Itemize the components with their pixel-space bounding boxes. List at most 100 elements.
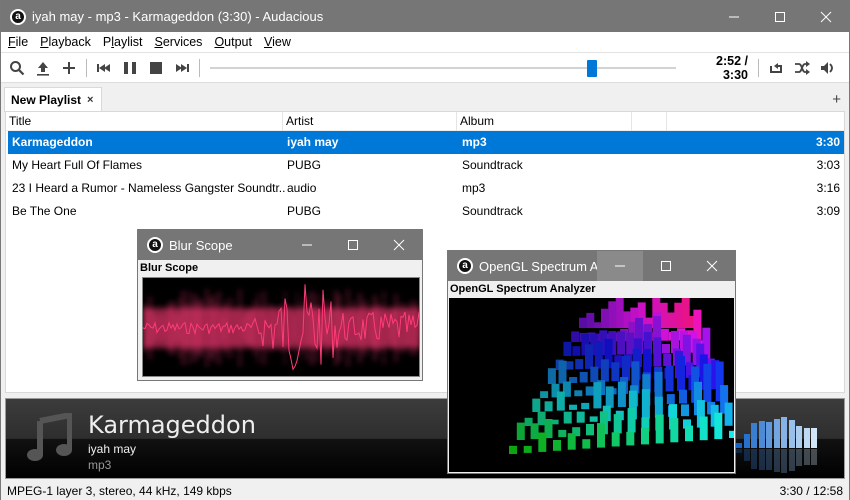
maximize-button[interactable] (643, 251, 689, 281)
spectrum-bar (547, 368, 556, 384)
waveform-glow-stroke (377, 304, 379, 352)
playlist-tab-bar: New Playlist × + (1, 83, 849, 112)
cell-artist: iyah may (287, 135, 339, 149)
spectrum-bar (581, 402, 590, 410)
now-playing-artist: iyah may (88, 442, 137, 456)
open-files-icon (37, 61, 49, 76)
spectrum-bar (611, 362, 620, 382)
menu-output[interactable]: Output (210, 35, 257, 49)
seek-slider[interactable] (210, 58, 676, 78)
close-button[interactable] (376, 230, 422, 260)
next-button[interactable] (169, 55, 195, 81)
previous-button[interactable] (91, 55, 117, 81)
open-files-button[interactable] (30, 55, 56, 81)
spectrum-bar (590, 366, 599, 383)
column-header-artist[interactable]: Artist (283, 112, 457, 131)
add-files-button[interactable] (56, 55, 82, 81)
search-icon (10, 60, 25, 75)
spectrum-bar (613, 414, 622, 434)
cell-length: 3:30 (815, 135, 840, 149)
spectrum-bar (574, 390, 583, 397)
minimize-button[interactable] (711, 1, 757, 32)
menu-file[interactable]: File (4, 35, 33, 49)
waveform-glow-stroke (212, 295, 214, 361)
tab-new-playlist[interactable]: New Playlist × (4, 87, 102, 112)
menu-view[interactable]: View (260, 35, 296, 49)
toolbar-separator (86, 58, 87, 77)
cell-length: 3:03 (816, 158, 840, 172)
playlist-row[interactable]: Be The One PUBG Soundtrack 3:09 (8, 200, 844, 223)
spectrum-bar (653, 337, 662, 367)
next-icon (176, 63, 189, 72)
spectrum-bar (553, 440, 561, 451)
waveform-glow-stroke (254, 300, 256, 356)
seek-handle[interactable] (586, 59, 597, 77)
playlist-row[interactable]: Karmageddon iyah may mp3 3:30 (8, 131, 844, 154)
waveform-glow-stroke (383, 291, 385, 365)
blur-scope-title-bar[interactable]: a Blur Scope (138, 230, 422, 260)
menu-playlist[interactable]: Playlist (99, 35, 148, 49)
shuffle-button[interactable] (789, 55, 815, 81)
spectrum-bar (544, 401, 553, 412)
close-icon (820, 11, 832, 22)
repeat-icon (770, 62, 782, 73)
spectrum-bar (576, 411, 585, 423)
visualizer-bar-reflection (773, 449, 780, 473)
playlist-row[interactable]: 23 I Heard a Rumor - Nameless Gangster S… (8, 177, 844, 200)
spectrum-bar (563, 411, 572, 424)
waveform-glow-stroke (392, 307, 394, 349)
waveform-glow-stroke (146, 307, 148, 349)
stop-button[interactable] (143, 55, 169, 81)
column-header-blank[interactable] (632, 112, 667, 131)
playlist-row[interactable]: My Heart Full Of Flames PUBG Soundtrack … (8, 154, 844, 177)
spectrum-bar (558, 429, 567, 438)
spectrum-bar (667, 312, 675, 328)
close-button[interactable] (803, 1, 849, 32)
spectrum-bar (665, 365, 674, 392)
spectrum-title-bar[interactable]: a OpenGL Spectrum A... (448, 251, 735, 281)
menu-playback[interactable]: Playback (36, 35, 96, 49)
add-files-icon (63, 61, 75, 74)
minimize-button[interactable] (284, 230, 330, 260)
spectrum-bar (600, 359, 609, 382)
menu-bar: File Playback Playlist Services Output V… (1, 32, 849, 53)
menu-services[interactable]: Services (151, 35, 208, 49)
visualizer-bar (743, 433, 750, 448)
search-button[interactable] (4, 55, 30, 81)
column-header-title[interactable]: Title (6, 112, 283, 131)
music-note-icon (27, 413, 72, 461)
spectrum-bar (509, 445, 517, 454)
pause-button[interactable] (117, 55, 143, 81)
minimize-button[interactable] (597, 251, 643, 281)
spectrum-bar (585, 344, 593, 369)
spectrum-bar (663, 353, 672, 366)
waveform-glow-stroke (161, 312, 163, 344)
visualizer-bar (736, 442, 742, 448)
maximize-button[interactable] (330, 230, 376, 260)
spectrum-bar (523, 445, 532, 453)
repeat-button[interactable] (763, 55, 789, 81)
visualizer-bar-reflection (736, 449, 742, 454)
column-header-length[interactable] (667, 112, 844, 131)
visualizer-bar (751, 422, 757, 448)
add-playlist-button[interactable]: + (832, 91, 841, 108)
time-display: 2:52 / 3:30 (716, 53, 748, 82)
waveform-glow-stroke (290, 306, 292, 350)
waveform-glow-stroke (224, 303, 226, 353)
spectrum-bar (530, 423, 539, 440)
tab-close-icon[interactable]: × (87, 94, 93, 106)
volume-button[interactable] (815, 55, 841, 81)
spectrum-3d-render (509, 298, 734, 454)
column-header-album[interactable]: Album (457, 112, 632, 131)
spectrum-bar (572, 346, 581, 356)
menu-label: P (102, 35, 112, 49)
spectrum-bar (516, 422, 525, 440)
title-bar[interactable]: a iyah may - mp3 - Karmageddon (3:30) - … (1, 1, 849, 32)
maximize-button[interactable] (757, 1, 803, 32)
menu-label: layback (48, 35, 91, 49)
spectrum-bar (699, 416, 708, 441)
spectrum-bar (666, 394, 675, 405)
seek-track (210, 66, 676, 69)
close-button[interactable] (689, 251, 735, 281)
spectrum-bar (571, 331, 580, 342)
